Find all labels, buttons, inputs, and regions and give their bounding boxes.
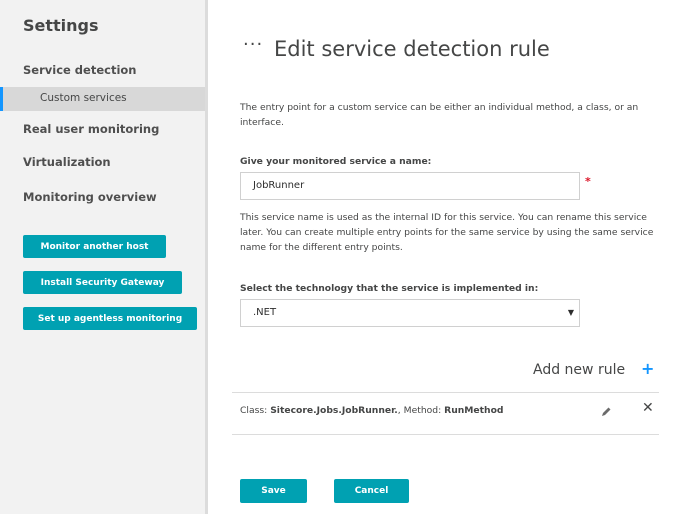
pencil-icon <box>602 407 611 416</box>
active-indicator <box>0 87 3 111</box>
page-description: The entry point for a custom service can… <box>240 102 639 128</box>
sidebar-item-label: Custom services <box>40 92 127 104</box>
sidebar: Settings Service detection Custom servic… <box>0 0 205 514</box>
sidebar-item-virtualization[interactable]: Virtualization <box>23 155 111 169</box>
sidebar-item-real-user-monitoring[interactable]: Real user monitoring <box>23 122 159 136</box>
rule-divider-top <box>232 392 659 393</box>
sidebar-divider <box>205 0 208 514</box>
add-new-rule-label[interactable]: Add new rule <box>533 362 625 378</box>
service-name-input[interactable]: JobRunner <box>240 172 580 200</box>
page-title: Edit service detection rule <box>274 37 550 61</box>
sidebar-item-monitoring-overview[interactable]: Monitoring overview <box>23 190 157 204</box>
install-security-gateway-button[interactable]: Install Security Gateway <box>23 271 182 294</box>
cancel-button[interactable]: Cancel <box>334 479 409 503</box>
rule-class-value: Sitecore.Jobs.JobRunner. <box>270 405 398 416</box>
sidebar-item-service-detection[interactable]: Service detection <box>23 63 136 77</box>
sidebar-item-custom-services[interactable]: Custom services <box>0 87 205 111</box>
technology-select-value: .NET <box>253 307 277 318</box>
technology-label: Select the technology that the service i… <box>240 283 539 294</box>
rule-class-prefix: Class: <box>240 405 271 416</box>
rule-row: Class: Sitecore.Jobs.JobRunner., Method:… <box>240 405 503 416</box>
add-rule-icon[interactable]: + <box>641 359 654 378</box>
more-options-icon[interactable]: ··· <box>243 34 263 55</box>
rule-divider-bottom <box>232 434 659 435</box>
set-up-agentless-monitoring-button[interactable]: Set up agentless monitoring <box>23 307 197 330</box>
sidebar-title: Settings <box>23 16 99 35</box>
edit-rule-icon[interactable] <box>600 403 612 422</box>
required-marker: * <box>585 175 591 188</box>
rule-method-prefix: , Method: <box>397 405 445 416</box>
save-button[interactable]: Save <box>240 479 307 503</box>
service-name-label: Give your monitored service a name: <box>240 156 432 167</box>
rule-method-value: RunMethod <box>444 405 504 416</box>
service-name-help: This service name is used as the interna… <box>240 212 654 253</box>
chevron-down-icon: ▼ <box>567 308 574 317</box>
monitor-another-host-button[interactable]: Monitor another host <box>23 235 166 258</box>
delete-rule-icon[interactable]: ✕ <box>642 400 654 416</box>
technology-select[interactable]: .NET ▼ <box>240 299 580 327</box>
